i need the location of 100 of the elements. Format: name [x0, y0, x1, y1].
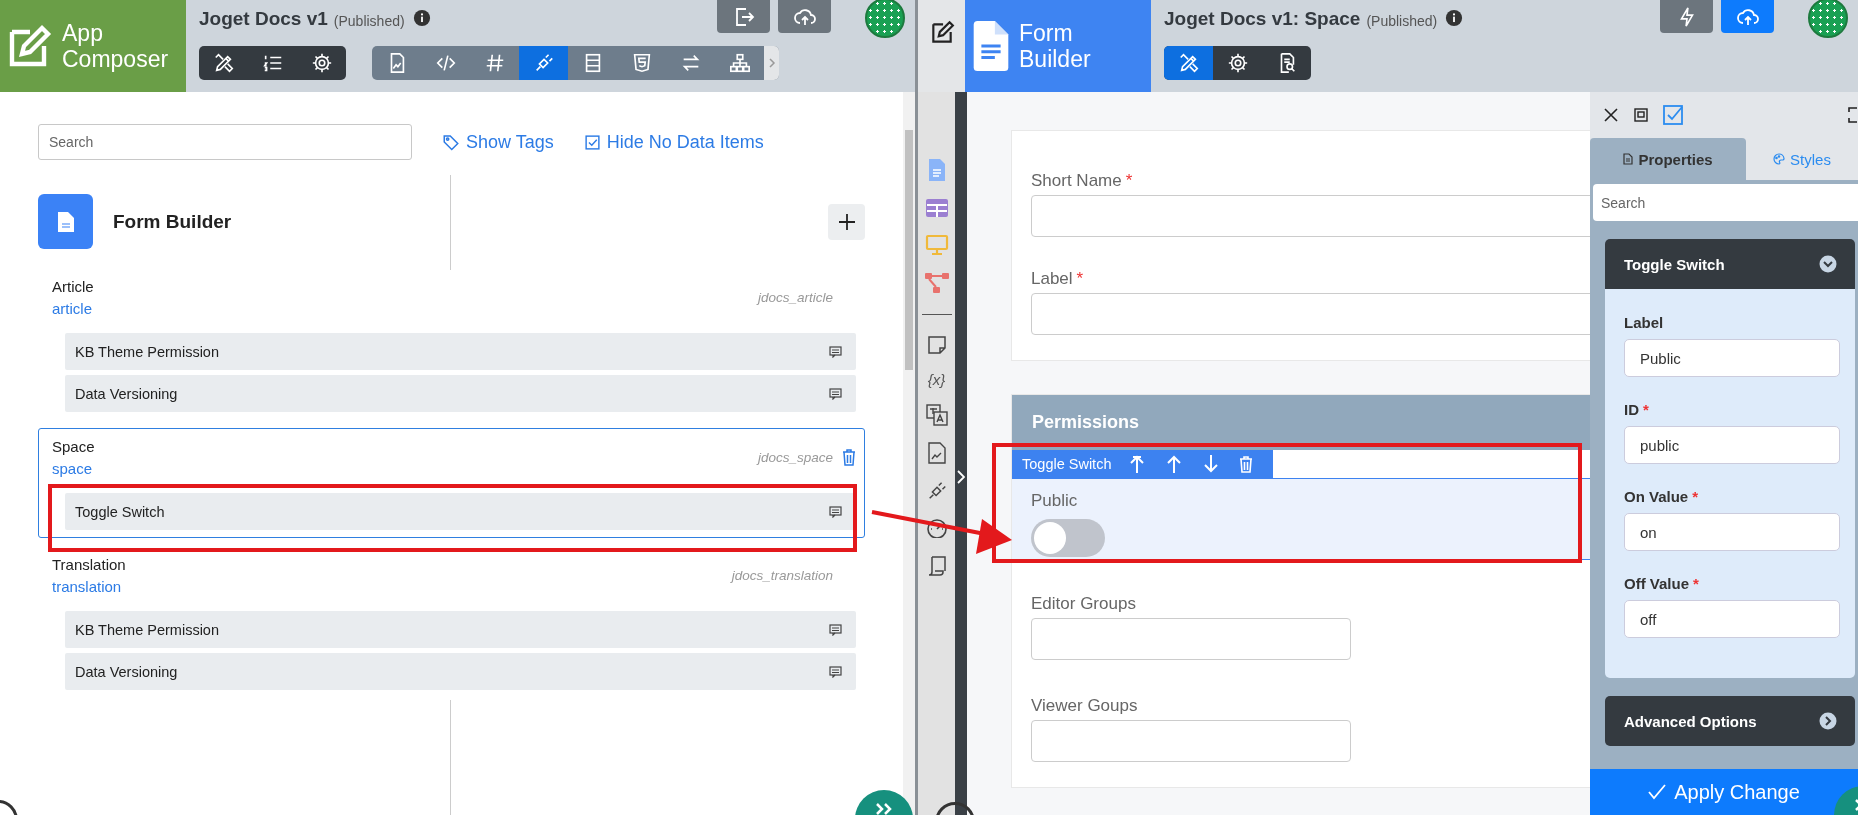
form-id-link[interactable]: article — [52, 300, 92, 317]
form-group-card[interactable]: Article article jdocs_article KB Theme Permission Data Versioning — [38, 268, 865, 420]
info-icon[interactable] — [412, 9, 431, 27]
text-field[interactable] — [1031, 293, 1590, 335]
form-name: Translation — [52, 556, 127, 573]
toggle-switch[interactable] — [1031, 519, 1105, 557]
section-header: Permissions — [1012, 395, 1590, 450]
add-button[interactable] — [828, 203, 865, 240]
close-icon[interactable] — [1603, 107, 1619, 123]
text-field[interactable] — [1031, 618, 1351, 660]
property-label: On Value * — [1624, 488, 1700, 505]
form-id-link[interactable]: translation — [52, 578, 122, 595]
checkbox-icon[interactable] — [1663, 104, 1685, 126]
status-label: (Published) — [1366, 13, 1438, 29]
apply-change-button[interactable]: Apply Change — [1590, 769, 1858, 815]
accordion-title: Advanced Options — [1624, 712, 1757, 730]
section-title: Form Builder — [113, 210, 232, 233]
plugin-item[interactable]: KB Theme Permission — [65, 611, 856, 648]
plugin-item[interactable]: Data Versioning — [65, 653, 856, 690]
element-type-label: Toggle Switch — [1022, 456, 1112, 472]
field-label: Editor Groups — [1031, 594, 1137, 614]
document-icon — [971, 21, 1011, 71]
comment-icon — [829, 665, 842, 678]
user-avatar[interactable] — [1808, 0, 1848, 38]
gauge-icon[interactable] — [925, 518, 948, 538]
hide-no-data-link[interactable]: Hide No Data Items — [583, 131, 764, 153]
variable-icon[interactable]: {x} — [927, 371, 946, 388]
file-chart-icon[interactable] — [926, 442, 947, 464]
comment-icon — [829, 345, 842, 358]
publish-button[interactable] — [778, 0, 831, 33]
property-field[interactable]: public — [1624, 426, 1840, 464]
search-field[interactable]: Search — [38, 124, 412, 160]
plugin-name: Toggle Switch — [75, 503, 165, 520]
user-avatar[interactable] — [865, 0, 905, 38]
form-group-card[interactable]: Space space jdocs_space Toggle Switch — [38, 428, 865, 538]
form-name: Article — [52, 278, 95, 295]
plugin-name: KB Theme Permission — [75, 343, 219, 360]
table-name: jdocs_space — [757, 450, 833, 465]
chevron-right-icon[interactable] — [957, 470, 965, 484]
double-chevron-icon — [875, 803, 893, 815]
delete-icon[interactable] — [842, 449, 856, 466]
accordion-header[interactable]: Advanced Options — [1605, 696, 1855, 746]
property-field[interactable]: Public — [1624, 339, 1840, 377]
table-name: jdocs_translation — [731, 568, 833, 583]
sitemap-icon — [728, 52, 751, 74]
settings-icon — [1226, 52, 1249, 74]
hierarchy-icon[interactable] — [923, 272, 950, 294]
form-builder-icon — [38, 194, 93, 249]
toggle-element[interactable]: Public — [1012, 478, 1590, 560]
property-label: ID * — [1624, 401, 1650, 418]
search-field[interactable]: Search — [1593, 184, 1858, 221]
checkbox-icon — [583, 133, 601, 151]
form-group-card[interactable]: Translation translation jdocs_translation KB Theme Permission Data Versioning — [38, 546, 865, 698]
property-label: Off Value * — [1624, 575, 1700, 592]
app-title: Form Builder — [1019, 19, 1092, 73]
panel-tab[interactable]: Properties — [1590, 138, 1746, 180]
plugin-name: Data Versioning — [75, 663, 178, 680]
property-field[interactable]: on — [1624, 513, 1840, 551]
publish-button[interactable] — [1721, 0, 1774, 33]
settings-icon — [310, 52, 333, 74]
scrollbar[interactable] — [903, 92, 915, 815]
scroll-icon[interactable] — [926, 554, 947, 576]
info-icon[interactable] — [1445, 9, 1464, 27]
field-label: Label * — [1031, 269, 1085, 289]
translate-icon[interactable] — [925, 404, 948, 426]
show-tags-link[interactable]: Show Tags — [442, 131, 554, 153]
plugin-name: KB Theme Permission — [75, 621, 219, 638]
comment-icon — [829, 505, 842, 518]
plus-icon — [837, 212, 856, 231]
fullscreen-icon[interactable] — [1848, 107, 1858, 123]
app-title: App Composer — [62, 19, 170, 73]
accordion-title: Toggle Switch — [1624, 255, 1725, 273]
text-field[interactable] — [1031, 720, 1351, 762]
document-icon — [1623, 153, 1634, 165]
chevron-right-icon — [767, 57, 776, 69]
status-label: (Published) — [333, 13, 405, 29]
table-icon[interactable] — [924, 198, 949, 218]
text-field[interactable] — [1031, 195, 1590, 237]
property-field[interactable]: off — [1624, 600, 1840, 638]
field-label: Viewer Goups — [1031, 696, 1139, 716]
field-label: Public — [1031, 491, 1079, 511]
field-label: Short Name * — [1031, 171, 1134, 191]
plugin-item[interactable]: Data Versioning — [65, 375, 856, 412]
accordion-header[interactable]: Toggle Switch — [1605, 239, 1855, 289]
plugin-item[interactable]: KB Theme Permission — [65, 333, 856, 370]
form-id-link[interactable]: space — [52, 460, 93, 477]
form-name: Space — [52, 438, 96, 455]
check-icon — [1648, 784, 1667, 800]
arrow-down-icon[interactable] — [1202, 454, 1221, 474]
note-icon[interactable] — [926, 335, 947, 355]
tag-icon — [442, 133, 460, 151]
app-name: Joget Docs v1 — [199, 8, 328, 30]
plugin-item[interactable]: Toggle Switch — [65, 493, 856, 530]
panel-icon[interactable] — [1633, 107, 1649, 123]
exit-button[interactable] — [717, 0, 770, 33]
comment-icon — [829, 623, 842, 636]
app-name: Joget Docs v1: Space — [1164, 8, 1361, 30]
quick-action-button[interactable] — [1660, 0, 1713, 33]
table-name: jdocs_article — [757, 290, 833, 305]
property-label: Label — [1624, 314, 1665, 331]
